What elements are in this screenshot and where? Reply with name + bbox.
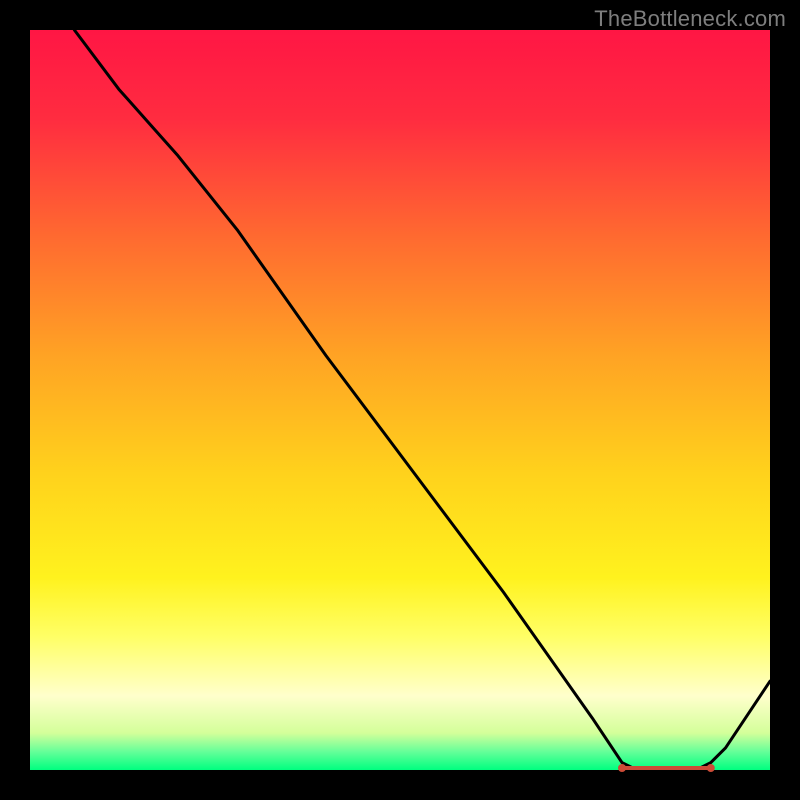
- optimal-start-dot: [618, 764, 626, 772]
- plot-background: [30, 30, 770, 770]
- watermark-text: TheBottleneck.com: [594, 6, 786, 32]
- bottleneck-chart: TheBottleneck.com: [0, 0, 800, 800]
- optimal-end-dot: [707, 764, 715, 772]
- chart-canvas: [0, 0, 800, 800]
